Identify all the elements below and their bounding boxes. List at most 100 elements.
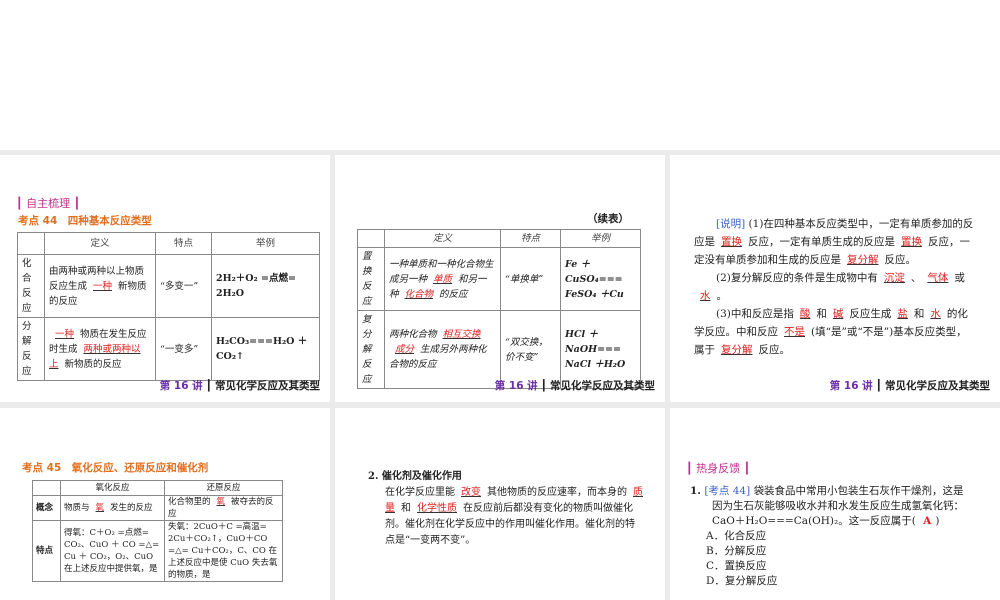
row-definition: 一种单质和一种化合物生成另一种 单质 和另一种 化合物 的反应 — [384, 247, 501, 311]
slide-thumbnail-1[interactable]: ┃ 自主梳理 ┃ 考点 44 四种基本反应类型 定义 特点 举例 化合反应 由两… — [0, 155, 330, 402]
fill-in-answer: 改变 — [461, 487, 481, 498]
text-segment: 其他物质的反应速率，而本身的 — [487, 487, 627, 498]
option-c[interactable]: C．置换反应 — [706, 559, 970, 574]
footer-divider: ┃ — [540, 380, 547, 392]
header-cell — [17, 232, 45, 255]
fill-in-answer: 一种 — [93, 280, 113, 292]
fill-in-answer: 单质 — [433, 273, 453, 285]
catalyst-title: 2. 催化剂及催化作用 — [368, 471, 462, 482]
question-1: 1. [考点 44] 袋装食品中常用小包装生石灰作干燥剂，这是因为生石灰能够吸收… — [690, 484, 970, 589]
text-segment: 反应，一定有单质生成的反应是 — [748, 236, 895, 248]
header-cell: 定义 — [384, 229, 501, 248]
table-row: 置换反应 一种单质和一种化合物生成另一种 单质 和另一种 化合物 的反应 “单换单” F… — [357, 247, 641, 311]
text-segment: 和 — [913, 308, 925, 320]
fill-in-answer: 碱 — [832, 308, 844, 320]
fill-in-answer: 水 — [930, 308, 941, 320]
row-example: HCl ＋ NaOH=== NaCl ＋H₂O — [560, 310, 641, 389]
table-row: 概念 物质与氧发生的反应 化合物里的氧被夺去的反应 — [32, 495, 283, 521]
slide-footer: 第 16 讲 ┃ 常见化学反应及其类型 — [160, 378, 320, 393]
section-title: ┃ 自主梳理 ┃ — [16, 197, 81, 210]
lecture-number: 第 16 讲 — [829, 380, 873, 392]
fill-in-answer: 气体 — [927, 272, 949, 284]
header-cell: 特点 — [500, 229, 561, 248]
row-example: H₂CO₃===H₂O ＋ CO₂↑ — [211, 317, 320, 381]
header-cell — [357, 229, 385, 248]
fill-in-answer: 成分 — [395, 344, 415, 355]
row-definition: 由两种或两种以上物质反应生成 一种 新物质的反应 — [44, 254, 156, 318]
explanation-paragraph: (2)复分解反应的条件是生成物中有 沉淀、气体 或水。 — [694, 269, 976, 305]
option-b[interactable]: B．分解反应 — [706, 544, 970, 559]
text-segment: 。 — [716, 290, 728, 302]
slide-thumbnail-4[interactable]: 考点 45 氧化反应、还原反应和催化剂 氧化反应 还原反应 概念 物质与氧发生的… — [0, 408, 330, 600]
fill-in-answer: 盐 — [897, 308, 908, 320]
fill-in-answer: 水 — [700, 290, 711, 302]
slide-footer: 第 16 讲 ┃ 常见化学反应及其类型 — [830, 378, 990, 393]
fill-in-answer: 复分解 — [721, 344, 753, 356]
fill-in-answer: 复分解 — [847, 254, 879, 266]
table-header: 定义 特点 举例 — [357, 229, 641, 248]
text-segment: 反应生成 — [849, 308, 892, 320]
header-cell: 定义 — [44, 232, 156, 255]
header-cell — [32, 480, 61, 496]
option-a[interactable]: A．化合反应 — [706, 529, 970, 544]
text-segment: 和 — [816, 308, 827, 320]
row-definition: 两种化合物 相互交换成分 生成另外两种化合物的反应 — [384, 310, 501, 389]
reduction-concept: 化合物里的氧被夺去的反应 — [164, 495, 283, 521]
header-cell: 还原反应 — [164, 480, 283, 496]
header-cell: 举例 — [211, 232, 320, 255]
footer-divider: ┃ — [205, 380, 212, 392]
row-name: 特点 — [32, 520, 61, 582]
fill-in-answer: 化学性质 — [417, 503, 457, 514]
row-feature: “一变多” — [155, 317, 212, 381]
slide-thumbnail-5[interactable]: 2. 催化剂及催化作用 在化学反应里能 改变 其他物质的反应速率，而本身的 质量和化学… — [335, 408, 665, 600]
row-feature: “双交换，价不变” — [500, 310, 561, 389]
footer-divider: ┃ — [875, 380, 882, 392]
text-segment: 或 — [954, 272, 965, 284]
fill-in-answer: 不是 — [784, 326, 805, 338]
section-title: ┃ 热身反馈 ┃ — [686, 462, 751, 475]
lecture-title: 常见化学反应及其类型 — [215, 380, 320, 392]
text-segment: 在化学反应里能 — [385, 487, 455, 498]
header-cell: 举例 — [560, 229, 641, 248]
fill-in-answer: 相互交换 — [442, 329, 481, 340]
table-header: 氧化反应 还原反应 — [32, 480, 283, 496]
oxidation-reduction-table: 氧化反应 还原反应 概念 物质与氧发生的反应 化合物里的氧被夺去的反应 特点 得… — [32, 480, 283, 582]
row-name: 概念 — [32, 495, 61, 521]
topic-heading: 考点 45 氧化反应、还原反应和催化剂 — [22, 462, 209, 474]
text-segment: 反应。 — [758, 344, 791, 356]
slide-footer: 第 16 讲 ┃ 常见化学反应及其类型 — [495, 378, 655, 393]
topic-tag: [考点 44] — [704, 485, 751, 497]
continued-label: （续表） — [587, 213, 629, 225]
table-row: 分解反应 一种 物质在发生反应时生成 两种或两种以上 新物质的反应 “一变多” H₂C… — [17, 317, 320, 381]
explanation-paragraph: [说明] (1)在四种基本反应类型中，一定有单质参加的反应是 置换 反应，一定有单质… — [694, 215, 976, 269]
slide-thumbnail-2[interactable]: （续表） 定义 特点 举例 置换反应 一种单质和一种化合物生成另一种 单质 和另一种… — [335, 155, 665, 402]
fill-in-answer: 氧 — [216, 497, 226, 507]
table-row: 特点 得氧：C＋O₂ =点燃= CO₂、CuO ＋ CO =△= Cu ＋ CO… — [32, 520, 283, 582]
fill-in-answer: 沉淀 — [883, 272, 905, 284]
text-segment: 反应。 — [884, 254, 917, 266]
text-segment: 发生的反应 — [110, 503, 153, 513]
row-example: Fe ＋ CuSO₄=== FeSO₄ ＋Cu — [560, 247, 641, 311]
row-feature: “多变一” — [155, 254, 212, 318]
explanation-paragraph: (3)中和反应是指酸和碱反应生成盐和水的化学反应。中和反应 不是 (填“是”或“不是… — [694, 305, 976, 359]
fill-in-answer: 化合物 — [404, 288, 434, 300]
row-name: 化合反应 — [17, 254, 45, 318]
row-name: 复分解反应 — [357, 310, 385, 389]
fill-in-answer: 置换 — [901, 236, 922, 248]
text-segment: 的反应 — [439, 288, 468, 300]
text-segment: (2)复分解反应的条件是生成物中有 — [716, 272, 878, 284]
slide-thumbnail-3[interactable]: [说明] (1)在四种基本反应类型中，一定有单质参加的反应是 置换 反应，一定有单质… — [670, 155, 1000, 402]
table-header: 定义 特点 举例 — [17, 232, 320, 255]
question-number: 1. — [690, 485, 701, 497]
text-segment: 和 — [401, 503, 411, 514]
fill-in-answer: 一种 — [55, 328, 75, 340]
oxidation-concept: 物质与氧发生的反应 — [60, 495, 165, 521]
fill-in-answer: 氧 — [95, 503, 105, 513]
option-d[interactable]: D．复分解反应 — [706, 574, 970, 589]
slide-thumbnail-6[interactable]: ┃ 热身反馈 ┃ 1. [考点 44] 袋装食品中常用小包装生石灰作干燥剂，这是… — [670, 408, 1000, 600]
lecture-number: 第 16 讲 — [494, 380, 538, 392]
table-row: 化合反应 由两种或两种以上物质反应生成 一种 新物质的反应 “多变一” 2H₂＋O₂… — [17, 254, 320, 318]
text-segment: 化合物里的 — [168, 497, 211, 507]
text-segment: 新物质的反应 — [64, 358, 122, 370]
reaction-types-table: 定义 特点 举例 化合反应 由两种或两种以上物质反应生成 一种 新物质的反应 “多变… — [17, 232, 320, 381]
